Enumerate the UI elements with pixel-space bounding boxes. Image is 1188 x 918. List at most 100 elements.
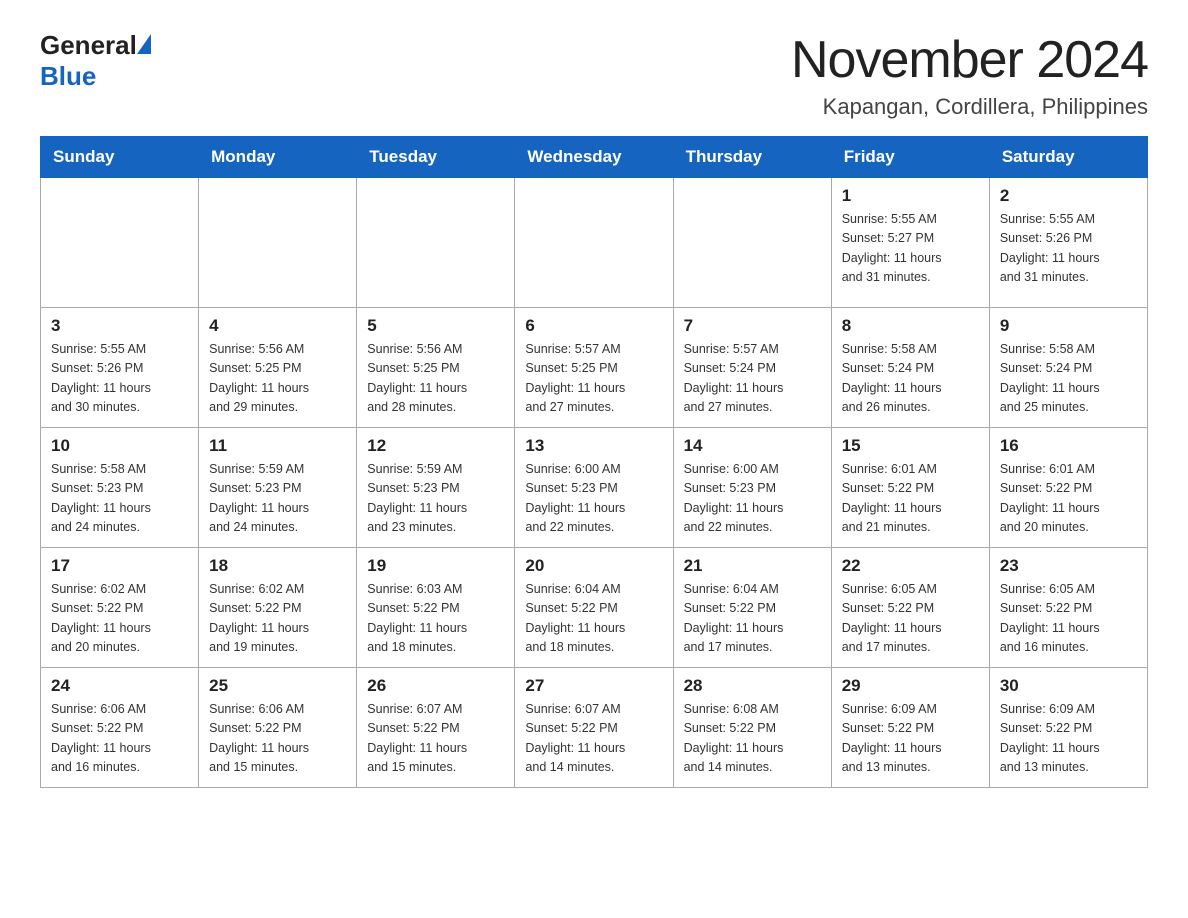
calendar-week-2: 3 Sunrise: 5:55 AMSunset: 5:26 PMDaylight… — [41, 308, 1148, 428]
title-block: November 2024 Kapangan, Cordillera, Phil… — [791, 30, 1148, 120]
day-number: 3 — [51, 316, 188, 336]
day-number: 29 — [842, 676, 979, 696]
day-info: Sunrise: 6:08 AMSunset: 5:22 PMDaylight:… — [684, 700, 821, 778]
day-header-thursday: Thursday — [673, 137, 831, 178]
calendar-cell: 17 Sunrise: 6:02 AMSunset: 5:22 PMDayligh… — [41, 548, 199, 668]
day-number: 30 — [1000, 676, 1137, 696]
day-number: 11 — [209, 436, 346, 456]
day-info: Sunrise: 5:58 AMSunset: 5:24 PMDaylight:… — [842, 340, 979, 418]
calendar-cell: 18Sunrise: 6:02 AMSunset: 5:22 PMDayligh… — [199, 548, 357, 668]
day-headers-row: SundayMondayTuesdayWednesdayThursdayFrid… — [41, 137, 1148, 178]
day-info: Sunrise: 6:06 AMSunset: 5:22 PMDaylight:… — [51, 700, 188, 778]
day-number: 13 — [525, 436, 662, 456]
calendar-cell: 25Sunrise: 6:06 AMSunset: 5:22 PMDayligh… — [199, 668, 357, 788]
calendar-cell — [357, 178, 515, 308]
calendar-cell: 21 Sunrise: 6:04 AMSunset: 5:22 PMDayligh… — [673, 548, 831, 668]
day-info: Sunrise: 5:56 AMSunset: 5:25 PMDaylight:… — [367, 340, 504, 418]
day-info: Sunrise: 5:57 AMSunset: 5:24 PMDaylight:… — [684, 340, 821, 418]
calendar-cell: 28 Sunrise: 6:08 AMSunset: 5:22 PMDayligh… — [673, 668, 831, 788]
calendar-table: SundayMondayTuesdayWednesdayThursdayFrid… — [40, 136, 1148, 788]
calendar-cell — [515, 178, 673, 308]
day-number: 8 — [842, 316, 979, 336]
day-number: 12 — [367, 436, 504, 456]
day-info: Sunrise: 6:02 AMSunset: 5:22 PMDaylight:… — [51, 580, 188, 658]
calendar-subtitle: Kapangan, Cordillera, Philippines — [791, 94, 1148, 120]
day-info: Sunrise: 6:05 AMSunset: 5:22 PMDaylight:… — [842, 580, 979, 658]
day-number: 27 — [525, 676, 662, 696]
calendar-body: 1Sunrise: 5:55 AMSunset: 5:27 PMDaylight… — [41, 178, 1148, 788]
day-number: 18 — [209, 556, 346, 576]
day-info: Sunrise: 6:04 AMSunset: 5:22 PMDaylight:… — [525, 580, 662, 658]
day-info: Sunrise: 5:56 AMSunset: 5:25 PMDaylight:… — [209, 340, 346, 418]
day-info: Sunrise: 5:57 AMSunset: 5:25 PMDaylight:… — [525, 340, 662, 418]
calendar-cell: 5 Sunrise: 5:56 AMSunset: 5:25 PMDaylight… — [357, 308, 515, 428]
day-number: 17 — [51, 556, 188, 576]
calendar-cell: 20 Sunrise: 6:04 AMSunset: 5:22 PMDayligh… — [515, 548, 673, 668]
day-number: 15 — [842, 436, 979, 456]
day-info: Sunrise: 6:07 AMSunset: 5:22 PMDaylight:… — [525, 700, 662, 778]
day-info: Sunrise: 6:07 AMSunset: 5:22 PMDaylight:… — [367, 700, 504, 778]
day-info: Sunrise: 6:09 AMSunset: 5:22 PMDaylight:… — [1000, 700, 1137, 778]
day-number: 21 — [684, 556, 821, 576]
day-number: 4 — [209, 316, 346, 336]
calendar-title: November 2024 — [791, 30, 1148, 90]
day-number: 7 — [684, 316, 821, 336]
page-header: General Blue November 2024 Kapangan, Cor… — [40, 30, 1148, 120]
calendar-week-3: 10 Sunrise: 5:58 AMSunset: 5:23 PMDayligh… — [41, 428, 1148, 548]
calendar-cell — [199, 178, 357, 308]
calendar-cell: 29 Sunrise: 6:09 AMSunset: 5:22 PMDayligh… — [831, 668, 989, 788]
day-number: 6 — [525, 316, 662, 336]
day-header-tuesday: Tuesday — [357, 137, 515, 178]
calendar-cell: 19Sunrise: 6:03 AMSunset: 5:22 PMDayligh… — [357, 548, 515, 668]
calendar-cell: 24 Sunrise: 6:06 AMSunset: 5:22 PMDayligh… — [41, 668, 199, 788]
day-number: 16 — [1000, 436, 1137, 456]
calendar-cell: 27 Sunrise: 6:07 AMSunset: 5:22 PMDayligh… — [515, 668, 673, 788]
day-number: 10 — [51, 436, 188, 456]
day-info: Sunrise: 6:05 AMSunset: 5:22 PMDaylight:… — [1000, 580, 1137, 658]
logo-triangle-icon — [137, 34, 151, 54]
day-info: Sunrise: 5:58 AMSunset: 5:24 PMDaylight:… — [1000, 340, 1137, 418]
calendar-cell: 9Sunrise: 5:58 AMSunset: 5:24 PMDaylight… — [989, 308, 1147, 428]
day-number: 24 — [51, 676, 188, 696]
calendar-cell: 30 Sunrise: 6:09 AMSunset: 5:22 PMDayligh… — [989, 668, 1147, 788]
day-header-monday: Monday — [199, 137, 357, 178]
day-header-friday: Friday — [831, 137, 989, 178]
day-info: Sunrise: 6:09 AMSunset: 5:22 PMDaylight:… — [842, 700, 979, 778]
day-number: 5 — [367, 316, 504, 336]
calendar-cell: 13 Sunrise: 6:00 AMSunset: 5:23 PMDayligh… — [515, 428, 673, 548]
day-info: Sunrise: 6:04 AMSunset: 5:22 PMDaylight:… — [684, 580, 821, 658]
day-number: 28 — [684, 676, 821, 696]
day-header-sunday: Sunday — [41, 137, 199, 178]
day-info: Sunrise: 5:55 AMSunset: 5:26 PMDaylight:… — [51, 340, 188, 418]
calendar-cell: 10 Sunrise: 5:58 AMSunset: 5:23 PMDayligh… — [41, 428, 199, 548]
calendar-cell: 15 Sunrise: 6:01 AMSunset: 5:22 PMDayligh… — [831, 428, 989, 548]
day-info: Sunrise: 5:58 AMSunset: 5:23 PMDaylight:… — [51, 460, 188, 538]
day-header-saturday: Saturday — [989, 137, 1147, 178]
day-info: Sunrise: 6:01 AMSunset: 5:22 PMDaylight:… — [842, 460, 979, 538]
calendar-cell: 3 Sunrise: 5:55 AMSunset: 5:26 PMDaylight… — [41, 308, 199, 428]
calendar-cell: 4 Sunrise: 5:56 AMSunset: 5:25 PMDaylight… — [199, 308, 357, 428]
calendar-cell: 12Sunrise: 5:59 AMSunset: 5:23 PMDayligh… — [357, 428, 515, 548]
day-header-wednesday: Wednesday — [515, 137, 673, 178]
calendar-cell: 6 Sunrise: 5:57 AMSunset: 5:25 PMDaylight… — [515, 308, 673, 428]
calendar-cell: 26Sunrise: 6:07 AMSunset: 5:22 PMDayligh… — [357, 668, 515, 788]
calendar-cell: 2Sunrise: 5:55 AMSunset: 5:26 PMDaylight… — [989, 178, 1147, 308]
logo-general-text: General — [40, 30, 137, 61]
calendar-cell: 8 Sunrise: 5:58 AMSunset: 5:24 PMDaylight… — [831, 308, 989, 428]
day-info: Sunrise: 5:59 AMSunset: 5:23 PMDaylight:… — [209, 460, 346, 538]
day-number: 14 — [684, 436, 821, 456]
calendar-week-5: 24 Sunrise: 6:06 AMSunset: 5:22 PMDayligh… — [41, 668, 1148, 788]
calendar-cell: 14 Sunrise: 6:00 AMSunset: 5:23 PMDayligh… — [673, 428, 831, 548]
calendar-header: SundayMondayTuesdayWednesdayThursdayFrid… — [41, 137, 1148, 178]
calendar-cell — [41, 178, 199, 308]
calendar-cell: 23Sunrise: 6:05 AMSunset: 5:22 PMDayligh… — [989, 548, 1147, 668]
calendar-cell — [673, 178, 831, 308]
day-number: 20 — [525, 556, 662, 576]
calendar-cell: 1Sunrise: 5:55 AMSunset: 5:27 PMDaylight… — [831, 178, 989, 308]
day-info: Sunrise: 5:55 AMSunset: 5:26 PMDaylight:… — [1000, 210, 1137, 288]
day-info: Sunrise: 6:00 AMSunset: 5:23 PMDaylight:… — [684, 460, 821, 538]
day-info: Sunrise: 6:03 AMSunset: 5:22 PMDaylight:… — [367, 580, 504, 658]
calendar-cell: 16Sunrise: 6:01 AMSunset: 5:22 PMDayligh… — [989, 428, 1147, 548]
day-info: Sunrise: 6:00 AMSunset: 5:23 PMDaylight:… — [525, 460, 662, 538]
day-number: 25 — [209, 676, 346, 696]
